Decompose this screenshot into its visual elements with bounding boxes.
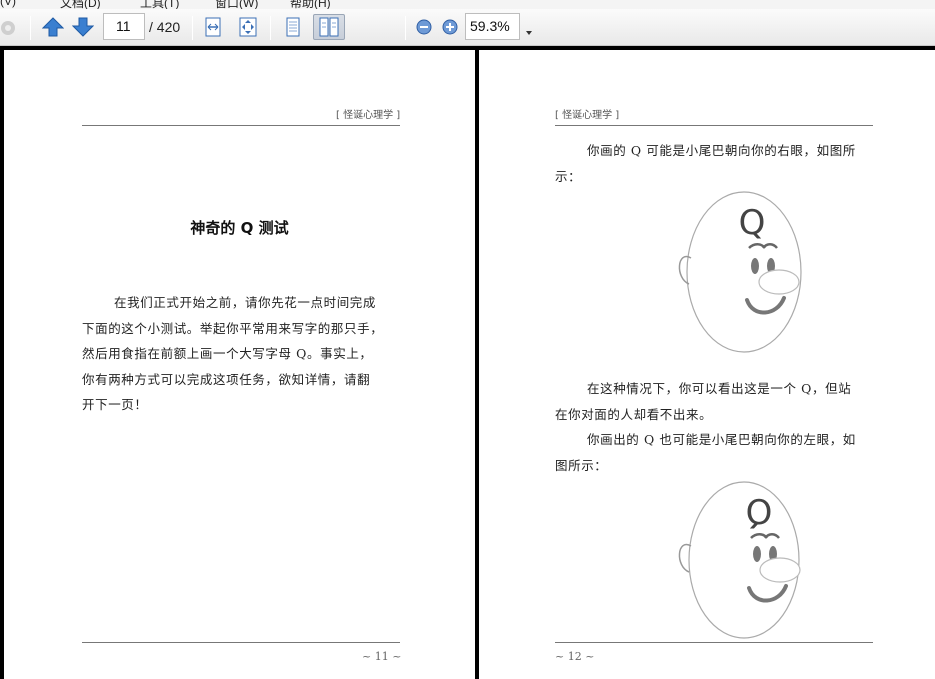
text-line: 开下一页！ (82, 397, 148, 412)
text-line: 在我们正式开始之前，请你先花一点时间完成 (114, 295, 377, 310)
zoom-dropdown-button[interactable] (524, 23, 534, 35)
paragraph-1: 你画的 Q 可能是小尾巴朝向你的右眼，如图所 示： (555, 138, 885, 189)
single-page-button[interactable] (280, 14, 306, 40)
page-header: [ 怪诞心理学 ] (555, 110, 620, 121)
figure-q-letter: Q (739, 203, 766, 243)
document-page-11: [ 怪诞心理学 ] 神奇的 Q 测试 在我们正式开始之前，请你先花一点时间完成 … (4, 50, 475, 679)
fit-width-icon (205, 17, 221, 37)
header-rule (82, 125, 400, 126)
text-line: 你画出的 Q 也可能是小尾巴朝向你的左眼，如 (587, 432, 856, 447)
toolbar-separator (405, 16, 406, 40)
text-line: 图所示： (555, 457, 608, 473)
paragraph-3: 你画出的 Q 也可能是小尾巴朝向你的左眼，如 图所示： (555, 427, 885, 478)
document-viewer[interactable]: [ 怪诞心理学 ] 神奇的 Q 测试 在我们正式开始之前，请你先花一点时间完成 … (0, 47, 935, 679)
text-line: 你有两种方式可以完成这项任务，欲知详情，请翻 (82, 371, 371, 387)
gear-icon (1, 21, 15, 35)
toolbar-separator (30, 16, 31, 40)
page-footer: ~ 11 ~ (362, 650, 402, 663)
next-page-button[interactable] (70, 14, 96, 40)
two-page-button[interactable] (313, 14, 345, 40)
menu-item-tools[interactable]: 工具(T) (140, 0, 179, 9)
zoom-out-icon (416, 19, 432, 35)
toolbar-separator (270, 16, 271, 40)
fit-width-button[interactable] (200, 14, 226, 40)
page-body-text: 在我们正式开始之前，请你先花一点时间完成 下面的这个小测试。举起你平常用来写字的… (82, 290, 412, 418)
fit-page-icon (239, 17, 257, 37)
menu-item-document[interactable]: 文档(D) (60, 0, 101, 9)
figure-q-letter: Q (746, 493, 773, 533)
prev-page-button[interactable] (40, 14, 66, 40)
footer-rule (555, 642, 873, 643)
footer-rule (82, 642, 400, 643)
toolbar-separator (192, 16, 193, 40)
page-number-input[interactable]: 11 (103, 13, 145, 40)
toolbar: 11 / 420 59.3% (0, 9, 935, 46)
page-total-label: / 420 (149, 19, 181, 35)
menu-item-view[interactable]: (V) (0, 0, 16, 8)
document-page-12: [ 怪诞心理学 ] 你画的 Q 可能是小尾巴朝向你的右眼，如图所 示： Q 在这… (479, 50, 935, 679)
text-line: 示： (555, 168, 582, 184)
toolbar-grip (0, 14, 22, 40)
arrow-up-icon (42, 17, 64, 37)
text-line: 在你对面的人却看不出来。 (555, 406, 713, 422)
page-title: 神奇的 Q 测试 (190, 219, 289, 237)
arrow-down-icon (72, 17, 94, 37)
zoom-level-input[interactable]: 59.3% (465, 13, 520, 40)
menu-item-help[interactable]: 帮助(H) (290, 0, 331, 9)
text-line: 然后用食指在前额上画一个大写字母 Q。事实上， (82, 346, 373, 361)
menu-bar: (V) 文档(D) 工具(T) 窗口(W) 帮助(H) (0, 0, 935, 9)
paragraph-2: 在这种情况下，你可以看出这是一个 Q，但站 在你对面的人却看不出来。 (555, 376, 885, 427)
page-footer: ~ 12 ~ (555, 650, 595, 663)
text-line: 你画的 Q 可能是小尾巴朝向你的右眼，如图所 (587, 143, 856, 158)
text-line: 在这种情况下，你可以看出这是一个 Q，但站 (587, 381, 852, 396)
fit-page-button[interactable] (235, 14, 261, 40)
zoom-in-icon (442, 19, 458, 35)
face-q-figure-1: Q (669, 188, 809, 360)
single-page-icon (286, 17, 300, 37)
chevron-down-icon (526, 31, 532, 35)
zoom-out-button[interactable] (414, 14, 434, 40)
text-line: 下面的这个小测试。举起你平常用来写字的那只手， (82, 320, 384, 336)
zoom-in-button[interactable] (440, 14, 460, 40)
header-rule (555, 125, 873, 126)
menu-item-window[interactable]: 窗口(W) (215, 0, 258, 9)
face-q-figure-2: Q (669, 478, 809, 647)
two-page-icon (319, 17, 339, 37)
page-header: [ 怪诞心理学 ] (336, 110, 401, 121)
